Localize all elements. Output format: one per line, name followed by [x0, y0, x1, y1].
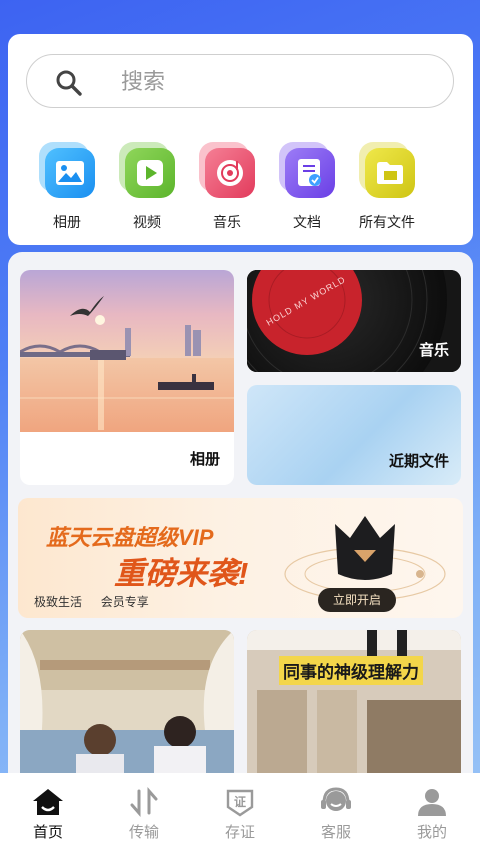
folder-icon [365, 148, 415, 198]
vip-banner[interactable]: 蓝天云盘超级VIP 重磅来袭! 极致生活 会员专享 立即开启 [18, 498, 463, 618]
music-disc-icon [205, 148, 255, 198]
album-tile[interactable]: 相册 [20, 270, 234, 485]
music-tile[interactable]: HOLD MY WORLD 音乐 [247, 270, 461, 372]
category-music[interactable]: 音乐 [187, 142, 267, 232]
svg-text:证: 证 [234, 795, 246, 809]
document-icon [285, 148, 335, 198]
tab-certificate[interactable]: 证 存证 [210, 787, 270, 842]
album-tile-label: 相册 [189, 451, 220, 468]
feed-item-right[interactable]: 同事的神级理解力 [247, 630, 461, 792]
feed-left-image [20, 630, 234, 792]
feed-item-left[interactable] [20, 630, 234, 792]
category-row: 相册 视频 音乐 文档 所有文件 [8, 142, 473, 237]
category-document[interactable]: 文档 [267, 142, 347, 232]
top-card: 搜索 相册 视频 音乐 文档 所有文件 [8, 34, 473, 245]
search-bar[interactable]: 搜索 [26, 54, 454, 108]
vip-tagline-right: 会员专享 [100, 595, 149, 609]
search-icon [56, 70, 82, 96]
vip-banner-headline: 重磅来袭! [114, 556, 249, 591]
main-content: 相册 HOLD MY WORLD 音乐 近期文件 蓝天云盘超级VIP 重磅来袭! [8, 252, 473, 792]
customer-service-icon [321, 787, 351, 811]
tab-home[interactable]: 首页 [18, 787, 78, 842]
feed-right-image [247, 630, 461, 792]
tab-transfer[interactable]: 传输 [114, 787, 174, 842]
certificate-icon: 证 [226, 789, 254, 817]
bottom-tab-bar: 首页 传输 证 存证 客服 我的 [0, 773, 480, 853]
feed-right-caption: 同事的神级理解力 [279, 656, 423, 685]
music-tile-label: 音乐 [418, 342, 449, 359]
recent-files-label: 近期文件 [388, 453, 449, 470]
album-sunset-image [20, 270, 234, 432]
recent-files-tile[interactable]: 近期文件 [247, 385, 461, 485]
category-video[interactable]: 视频 [107, 142, 187, 232]
photo-album-icon [45, 148, 95, 198]
transfer-icon [130, 787, 158, 817]
category-album[interactable]: 相册 [27, 142, 107, 232]
tab-profile[interactable]: 我的 [402, 787, 462, 842]
tab-customer-service[interactable]: 客服 [306, 787, 366, 842]
search-placeholder: 搜索 [121, 69, 166, 94]
video-play-icon [125, 148, 175, 198]
home-icon [33, 789, 63, 815]
category-all-files[interactable]: 所有文件 [347, 142, 427, 232]
vip-open-button[interactable]: 立即开启 [318, 588, 396, 612]
profile-icon [418, 789, 446, 816]
vip-tagline-left: 极致生活 [34, 595, 83, 609]
